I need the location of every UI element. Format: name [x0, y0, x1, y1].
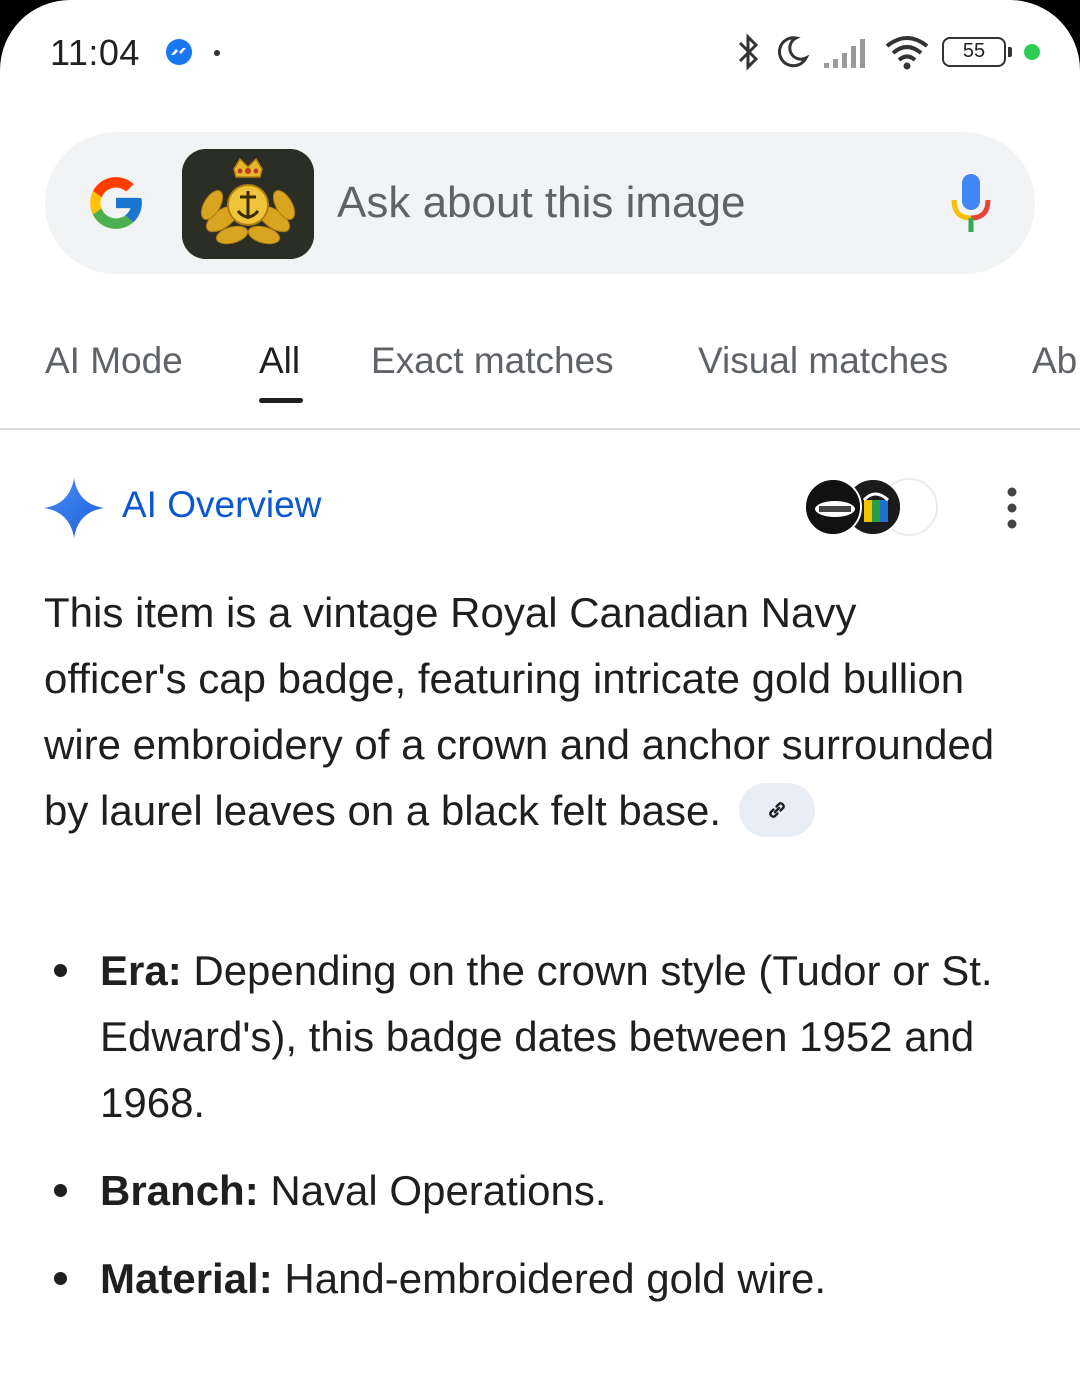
source-link-chip[interactable]	[738, 782, 815, 837]
battery-icon: 55	[942, 37, 1012, 67]
more-options-icon[interactable]	[995, 486, 1029, 530]
bluetooth-icon	[738, 33, 759, 71]
search-tabs: AI Mode All Exact matches Visual matches…	[0, 320, 1080, 430]
link-icon	[768, 802, 785, 818]
list-item: Branch: Naval Operations.	[44, 1158, 1044, 1224]
ai-overview-summary: This item is a vintage Royal Canadian Na…	[44, 580, 1004, 844]
messenger-icon	[166, 39, 192, 65]
source-favicon-1[interactable]	[804, 478, 862, 536]
screen: 11:04 55 Ask about this image AI Mode Al…	[0, 0, 1080, 1373]
query-image-thumbnail[interactable]	[182, 149, 314, 259]
summary-text: This item is a vintage Royal Canadian Na…	[44, 589, 995, 834]
tab-all[interactable]: All	[259, 340, 300, 382]
bullet-text: Hand-embroidered gold wire.	[272, 1255, 826, 1302]
tab-visual-matches[interactable]: Visual matches	[698, 340, 948, 382]
wifi-icon	[885, 36, 929, 70]
system-icons: 55	[736, 30, 1040, 74]
ai-sparkle-icon	[44, 478, 104, 538]
microphone-icon[interactable]	[949, 172, 993, 236]
ai-overview-title: AI Overview	[122, 484, 322, 525]
tab-exact-matches[interactable]: Exact matches	[371, 340, 614, 382]
status-time: 11:04	[50, 32, 140, 73]
bullet-text: Naval Operations.	[258, 1167, 607, 1214]
ai-overview-bullets: Era: Depending on the crown style (Tudor…	[44, 938, 1044, 1334]
bullet-text: Depending on the crown style (Tudor or S…	[100, 947, 993, 1126]
privacy-indicator-dot	[1024, 44, 1040, 60]
bullet-term: Era:	[100, 947, 182, 994]
search-bar[interactable]	[45, 132, 1035, 274]
notification-dot	[214, 50, 220, 56]
moon-icon	[777, 36, 810, 68]
active-tab-indicator	[259, 398, 303, 403]
bullet-term: Material:	[100, 1255, 273, 1302]
list-item: Era: Depending on the crown style (Tudor…	[44, 938, 1044, 1136]
google-g-logo[interactable]	[85, 172, 147, 234]
source-favicons[interactable]	[804, 478, 938, 536]
search-input[interactable]	[337, 168, 917, 238]
tab-about[interactable]: Ab	[1032, 340, 1077, 382]
bullet-term: Branch:	[100, 1167, 259, 1214]
signal-icon	[824, 39, 865, 68]
tab-ai-mode[interactable]: AI Mode	[45, 340, 183, 382]
list-item: Material: Hand-embroidered gold wire.	[44, 1246, 1044, 1312]
status-bar: 11:04 55	[0, 0, 1080, 100]
